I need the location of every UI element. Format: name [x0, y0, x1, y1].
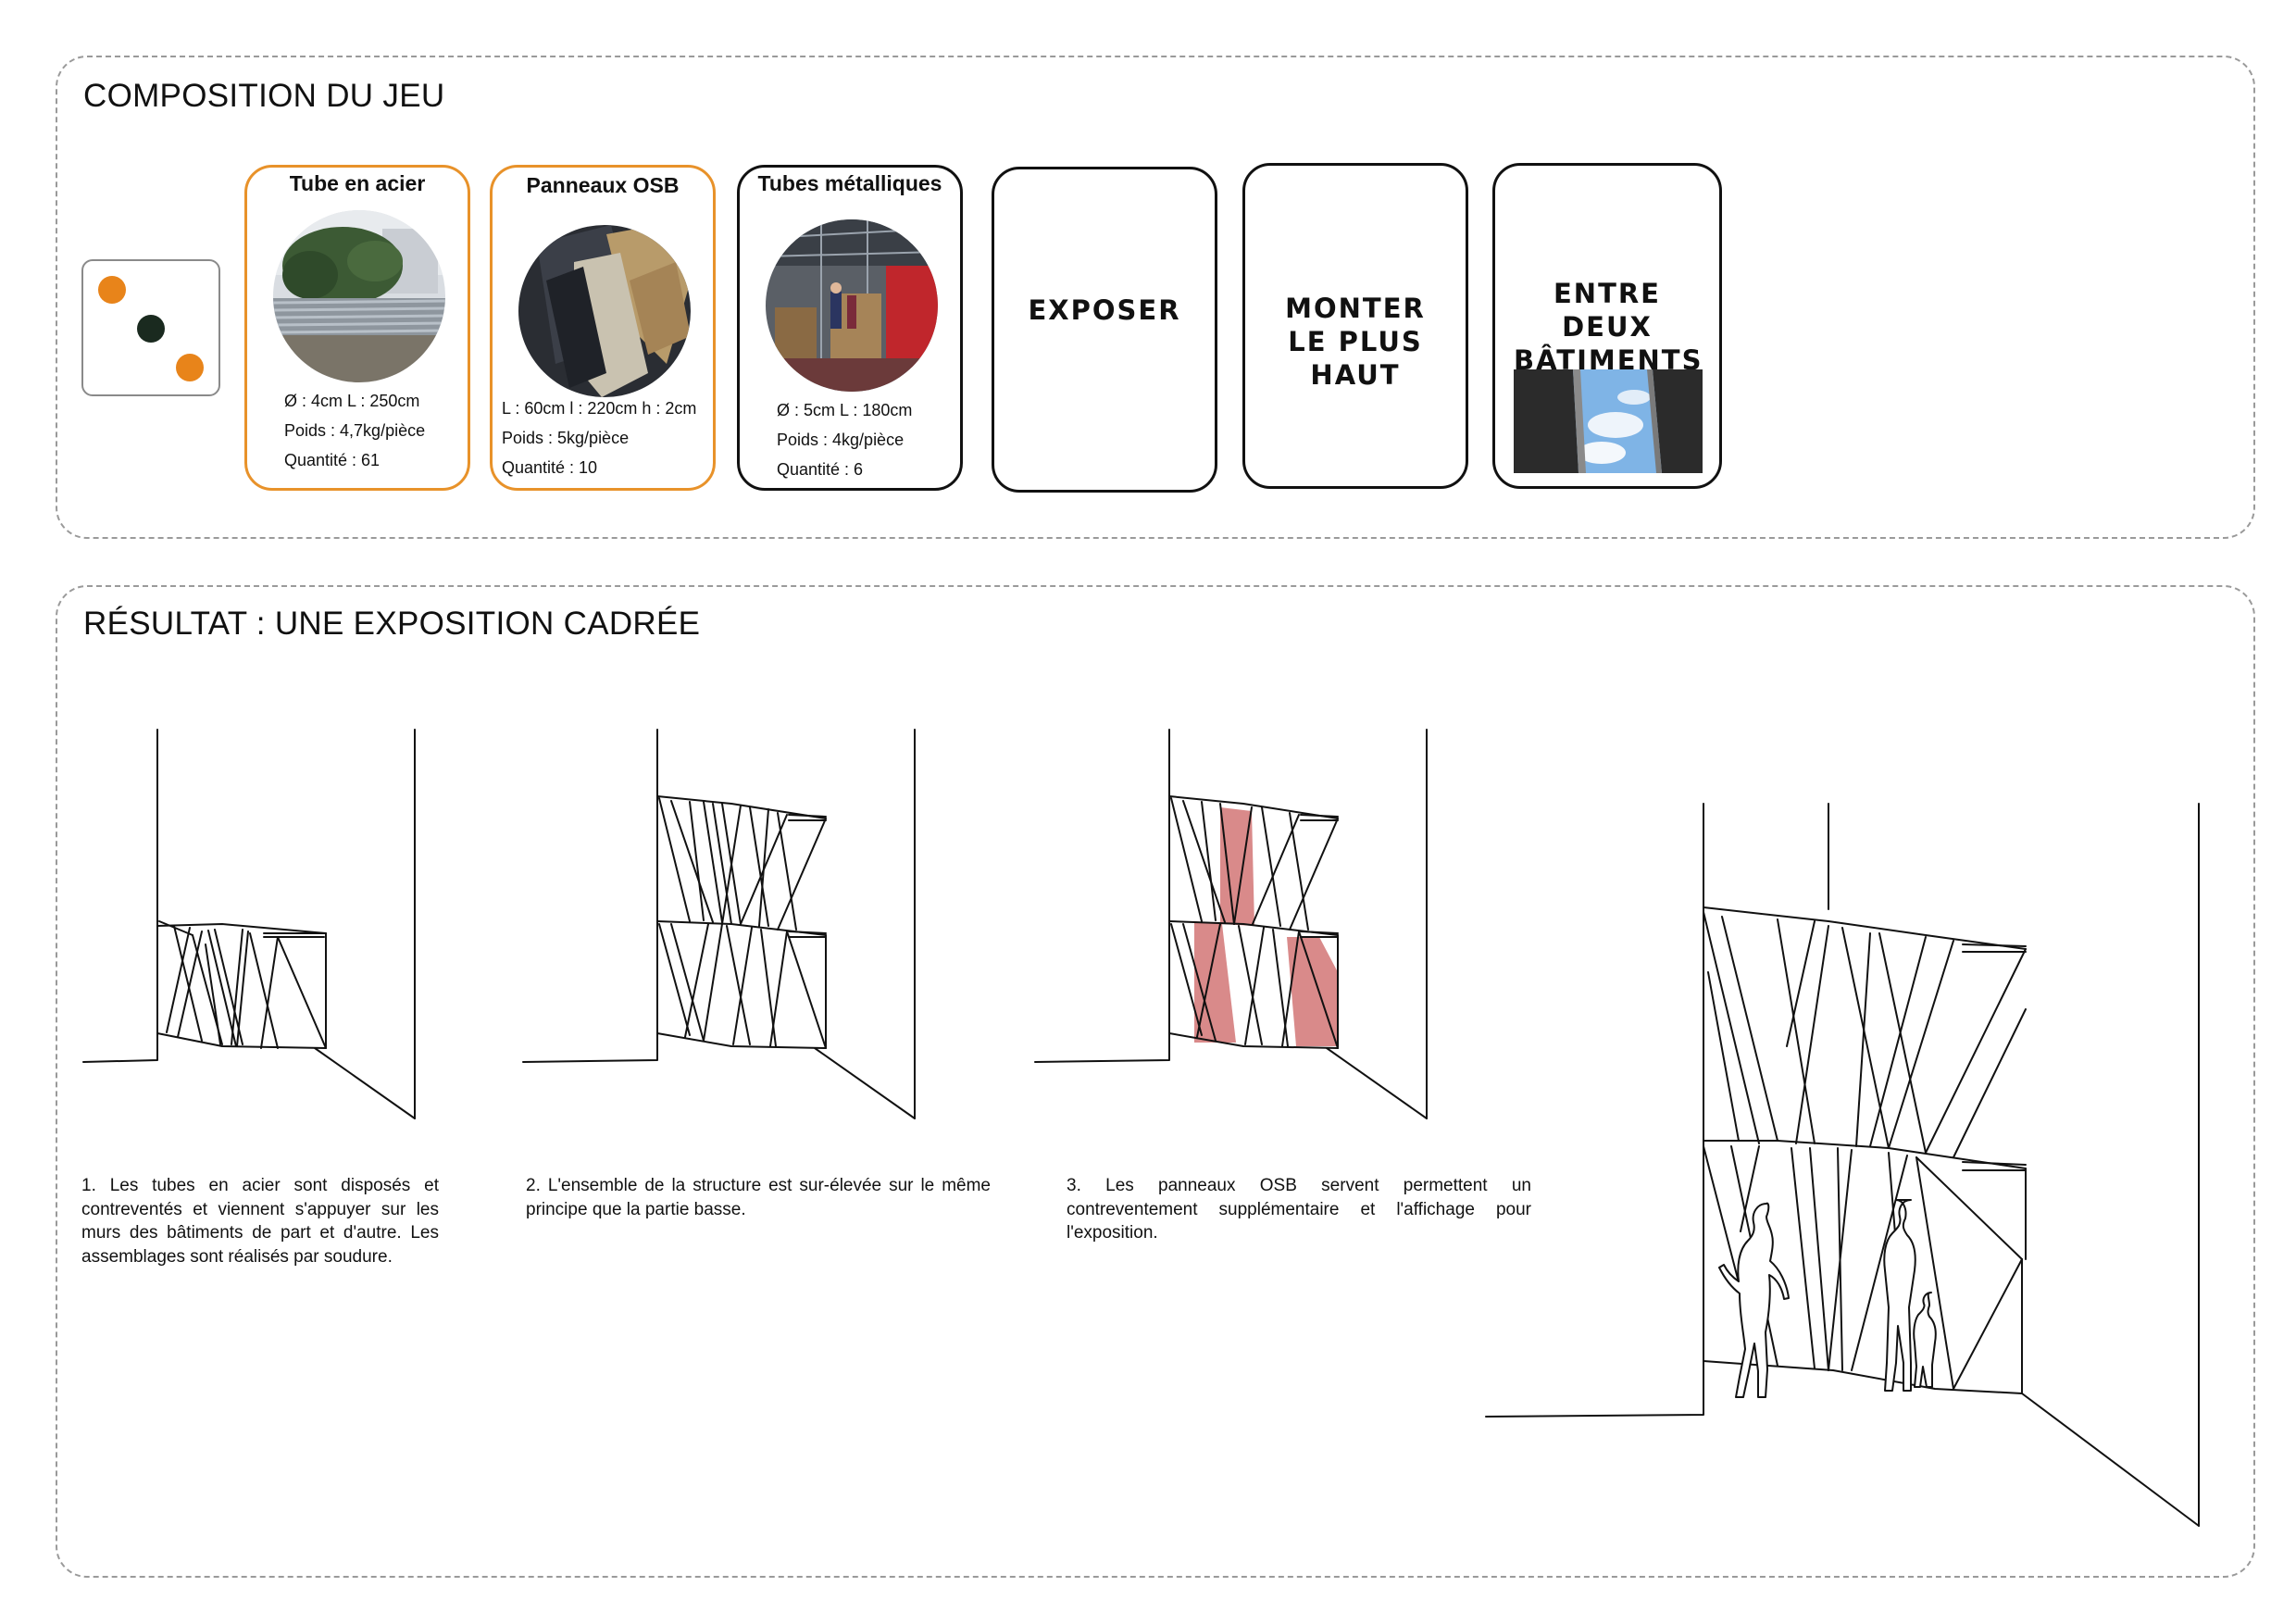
step-2-drawing: [522, 729, 916, 1119]
caption-step-1: 1. Les tubes en acier sont disposés et c…: [81, 1176, 439, 1267]
structure-drawings: [82, 729, 2200, 1527]
step-3-drawing: [1034, 729, 1428, 1119]
caption-step-2: 2. L'ensemble de la structure est sur-él…: [526, 1176, 991, 1219]
caption-step-3: 3. Les panneaux OSB servent permettent u…: [1067, 1176, 1531, 1243]
step-1-drawing: [82, 729, 416, 1119]
perspective-drawing: [1485, 803, 2200, 1527]
